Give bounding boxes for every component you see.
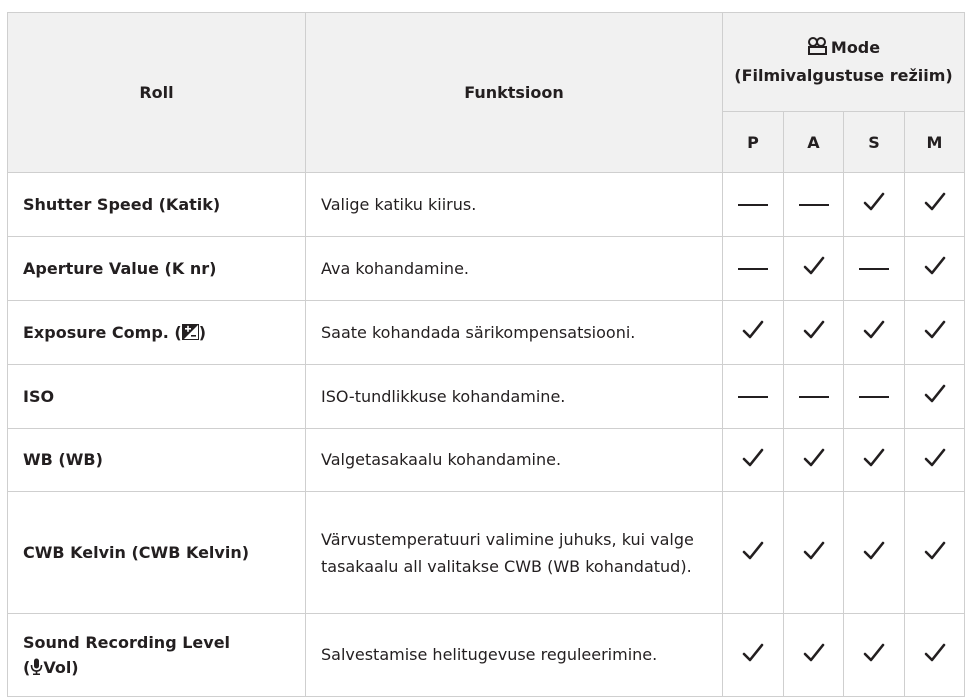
check-icon	[924, 448, 945, 467]
function-mode-table: Roll Funktsioon Mode (Filmivalgustuse re…	[7, 12, 965, 698]
function-cell: Valige katiku kiirus.	[305, 172, 723, 237]
mark-cell	[904, 235, 965, 301]
check-icon	[742, 320, 764, 339]
dash-icon	[738, 204, 768, 207]
check-icon	[863, 320, 885, 339]
check-icon	[742, 643, 764, 662]
mark-cell	[843, 612, 905, 698]
mark-cell	[722, 172, 784, 237]
check-icon	[742, 541, 764, 559]
check-icon	[924, 643, 945, 662]
dash-icon	[738, 396, 768, 399]
check-icon	[863, 193, 885, 211]
check-icon	[863, 643, 885, 662]
header-mode-m: M	[904, 111, 965, 173]
mark-cell	[783, 172, 844, 237]
check-icon	[863, 448, 885, 467]
mark-cell	[843, 491, 905, 614]
function-cell: Ava kohandamine.	[305, 235, 723, 301]
mark-cell	[722, 427, 784, 493]
function-cell: ISO-tundlikkuse kohandamine.	[305, 363, 723, 429]
function-cell: Värvustemperatuuri valimine juhuks, kui …	[305, 491, 723, 614]
mark-cell	[843, 235, 905, 301]
table-row: Aperture Value (K nr) Ava kohandamine.	[7, 235, 965, 301]
function-cell: Valgetasakaalu kohandamine.	[305, 427, 723, 493]
check-icon	[924, 320, 945, 339]
table-row: ISO ISO-tundlikkuse kohandamine.	[7, 363, 965, 429]
dash-icon	[798, 204, 829, 207]
mark-cell	[783, 491, 844, 614]
check-icon	[803, 320, 824, 339]
mark-cell	[843, 363, 905, 429]
mark-cell	[783, 235, 844, 301]
mark-cell	[904, 172, 965, 237]
check-icon	[924, 193, 945, 211]
dash-icon	[798, 396, 829, 399]
mark-cell	[904, 363, 965, 429]
mark-cell	[783, 299, 844, 365]
role-cell: Sound Recording Level ( Vol)	[7, 612, 306, 698]
role-cell: WB (WB)	[7, 427, 306, 493]
check-icon	[742, 448, 764, 467]
mark-cell	[904, 612, 965, 698]
dash-icon	[859, 396, 889, 399]
mark-cell	[783, 612, 844, 698]
mark-cell	[843, 299, 905, 365]
role-cell: Aperture Value (K nr)	[7, 235, 306, 301]
check-icon	[924, 541, 945, 559]
mark-cell	[904, 427, 965, 493]
header-mode: Mode (Filmivalgustuse režiim)	[722, 12, 965, 112]
header-mode-subtitle: (Filmivalgustuse režiim)	[734, 66, 953, 85]
header-mode-a: A	[783, 111, 844, 173]
check-icon	[924, 384, 945, 403]
header-mode-p: P	[722, 111, 784, 173]
mark-cell	[722, 612, 784, 698]
role-cell: Exposure Comp. ( )	[7, 299, 306, 365]
role-text-line2-after: Vol)	[43, 657, 79, 677]
header-mode-title: Mode	[830, 38, 881, 57]
mark-cell	[783, 427, 844, 493]
table-row: CWB Kelvin (CWB Kelvin) Värvustemperatuu…	[7, 491, 965, 614]
header-mode-s: S	[843, 111, 905, 173]
exposure-compensation-icon	[181, 323, 199, 340]
dash-icon	[738, 268, 768, 271]
mark-cell	[722, 491, 784, 614]
table-row: Sound Recording Level ( Vol) Salvestamise…	[7, 612, 965, 698]
role-cell: Shutter Speed (Katik)	[7, 172, 306, 237]
role-text-line1: Sound Recording Level	[23, 632, 231, 652]
mark-cell	[904, 491, 965, 614]
table-row: Exposure Comp. ( ) Saate kohandada särik…	[7, 299, 965, 365]
table-row: Shutter Speed (Katik) Valige katiku kiir…	[7, 172, 965, 237]
check-icon	[803, 257, 824, 275]
role-cell: CWB Kelvin (CWB Kelvin)	[7, 491, 306, 614]
role-text-line2-before: (	[23, 657, 31, 677]
role-text-before: Exposure Comp. (	[23, 322, 182, 342]
function-cell: Saate kohandada särikompensatsiooni.	[305, 299, 723, 365]
mark-cell	[722, 235, 784, 301]
mark-cell	[783, 363, 844, 429]
check-icon	[803, 643, 824, 662]
role-text-after: )	[198, 322, 207, 342]
check-icon	[924, 257, 945, 275]
check-icon	[803, 541, 824, 559]
check-icon	[803, 448, 824, 467]
mark-cell	[843, 172, 905, 237]
table-row: WB (WB) Valgetasakaalu kohandamine.	[7, 427, 965, 493]
mark-cell	[722, 299, 784, 365]
header-function: Funktsioon	[305, 12, 723, 173]
header-role: Roll	[7, 12, 306, 173]
mark-cell	[722, 363, 784, 429]
check-icon	[863, 541, 885, 559]
mark-cell	[904, 299, 965, 365]
mark-cell	[843, 427, 905, 493]
function-cell: Salvestamise helitugevuse reguleerimine.	[305, 612, 723, 698]
movie-camera-icon	[807, 37, 827, 55]
microphone-icon	[31, 658, 43, 675]
dash-icon	[859, 268, 889, 271]
role-cell: ISO	[7, 363, 306, 429]
